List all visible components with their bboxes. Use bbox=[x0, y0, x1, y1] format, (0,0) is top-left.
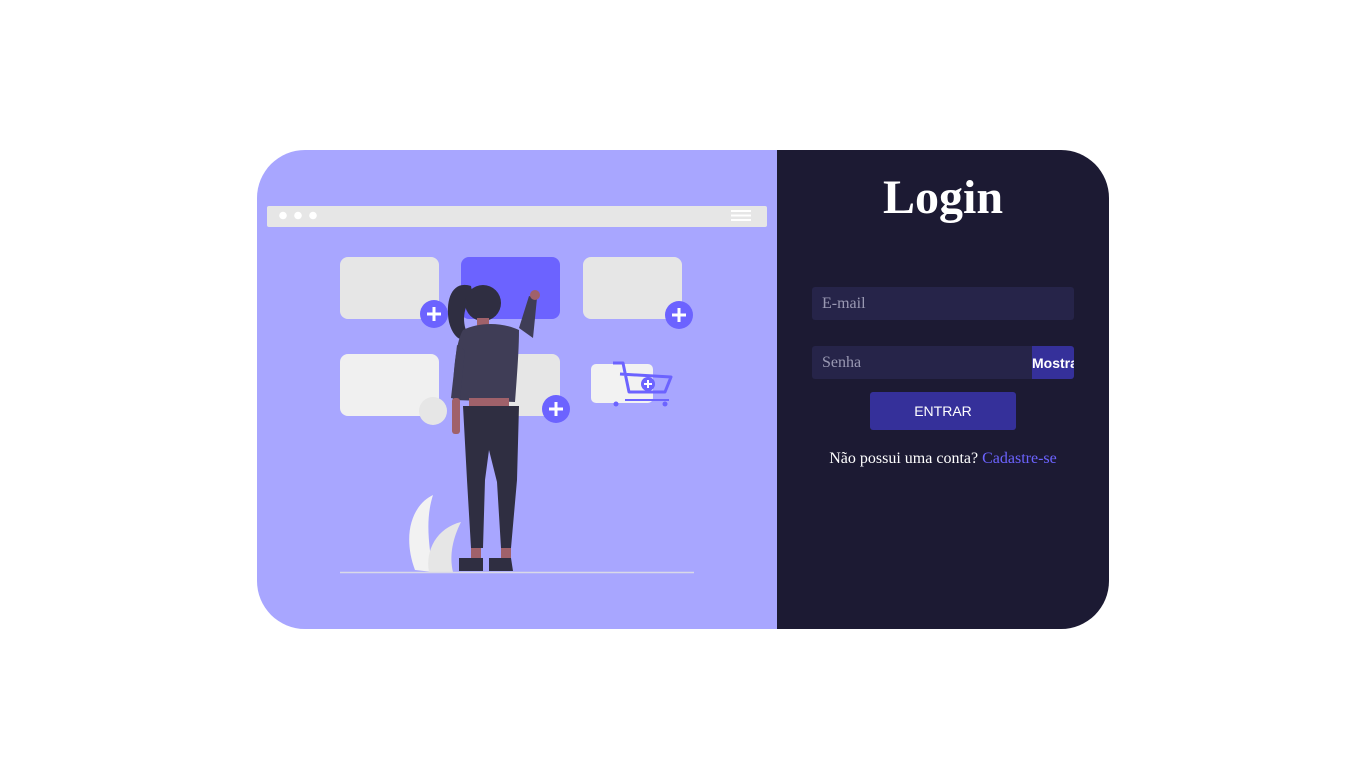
password-field[interactable] bbox=[812, 346, 1032, 379]
hamburger-menu-icon bbox=[731, 210, 751, 221]
login-submit-button[interactable]: ENTRAR bbox=[870, 392, 1016, 430]
plus-icon bbox=[420, 300, 448, 328]
ellipsis-dots-icon bbox=[279, 211, 317, 220]
password-group: Mostrar bbox=[812, 346, 1074, 379]
decor-circle bbox=[419, 397, 447, 425]
plus-icon bbox=[665, 301, 693, 329]
illustration-panel bbox=[257, 150, 777, 629]
shopping-cart-icon bbox=[591, 361, 673, 407]
page-title: Login bbox=[882, 171, 1004, 224]
login-form-panel: Login Mostrar ENTRAR Não possui uma cont… bbox=[777, 150, 1109, 629]
show-password-button[interactable]: Mostrar bbox=[1032, 346, 1074, 379]
login-illustration bbox=[267, 206, 767, 574]
signup-prompt-row: Não possui uma conta? Cadastre-se bbox=[777, 450, 1109, 468]
signup-link[interactable]: Cadastre-se bbox=[982, 450, 1057, 467]
plus-icon bbox=[542, 395, 570, 423]
browser-bar bbox=[267, 206, 767, 227]
email-field[interactable] bbox=[812, 287, 1074, 320]
signup-prompt-text: Não possui uma conta? bbox=[829, 450, 979, 467]
person-figure bbox=[447, 284, 540, 571]
plant-decoration bbox=[409, 495, 461, 572]
login-card: Login Mostrar ENTRAR Não possui uma cont… bbox=[257, 150, 1109, 629]
